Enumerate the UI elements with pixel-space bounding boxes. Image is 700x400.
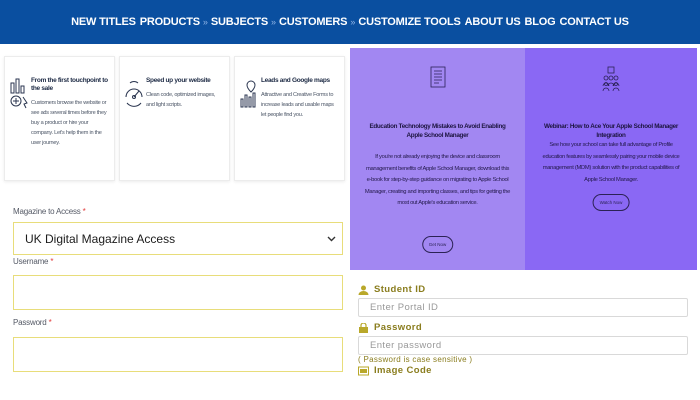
lock-icon <box>358 321 369 333</box>
feature-title: Leads and Google maps <box>261 77 330 84</box>
image-code-label-text: Image Code <box>374 365 432 376</box>
feature-description: Clean code, optimized images, and light … <box>146 92 216 108</box>
nav-new-titles[interactable]: NEW TITLES <box>71 16 136 28</box>
user-icon <box>358 285 369 295</box>
map-pin-chart-icon <box>239 77 259 109</box>
nav-contact-us[interactable]: CONTACT US <box>560 16 629 28</box>
student-id-placeholder: Enter Portal ID <box>370 302 439 313</box>
student-id-label-text: Student ID <box>374 284 426 295</box>
username-label: Username * <box>13 257 343 266</box>
nav-products[interactable]: PRODUCTS <box>140 16 200 28</box>
promo-description: See how your school can take full advant… <box>542 142 680 183</box>
top-navigation: NEW TITLES PRODUCTS » SUBJECTS » CUSTOME… <box>0 0 700 44</box>
feature-card: Leads and Google maps Attractive and Cre… <box>234 56 345 181</box>
magazine-login-form: Magazine to Access * UK Digital Magazine… <box>13 207 343 372</box>
document-list-icon <box>430 66 446 93</box>
promo-description: If you're not already enjoying the devic… <box>364 154 511 206</box>
feature-card: From the first touchpoint to the sale Cu… <box>4 56 115 181</box>
chevron-down-icon <box>327 234 336 244</box>
required-mark: * <box>82 207 86 216</box>
magazine-select[interactable]: UK Digital Magazine Access <box>13 222 343 255</box>
nav-about-us[interactable]: ABOUT US <box>465 16 521 28</box>
password-input[interactable] <box>13 337 343 372</box>
feature-title: From the first touchpoint to the sale <box>31 77 108 92</box>
image-code-label: Image Code <box>358 365 690 376</box>
nav-customers[interactable]: CUSTOMERS <box>279 16 347 28</box>
nav-subjects[interactable]: SUBJECTS <box>211 16 268 28</box>
student-id-label: Student ID <box>358 284 690 295</box>
nav-separator: » <box>202 17 208 27</box>
nav-separator: » <box>271 17 277 27</box>
magazine-label-text: Magazine to Access <box>13 207 81 216</box>
password-placeholder: Enter password <box>370 340 442 351</box>
speedometer-icon <box>124 77 144 109</box>
password-label: Password * <box>13 318 343 327</box>
portal-login-form: Student ID Enter Portal ID Password Ente… <box>358 284 690 376</box>
people-group-icon <box>602 66 620 97</box>
feature-cards: From the first touchpoint to the sale Cu… <box>4 56 345 181</box>
username-input[interactable] <box>13 275 343 310</box>
feature-description: Attractive and Creative Forms to increas… <box>261 92 334 118</box>
image-icon <box>358 366 369 376</box>
nav-blog[interactable]: BLOG <box>525 16 556 28</box>
portal-password-input[interactable]: Enter password <box>358 336 688 355</box>
feature-title: Speed up your website <box>146 77 211 84</box>
watch-now-button[interactable]: Watch Now <box>592 194 630 211</box>
required-mark: * <box>48 318 52 327</box>
password-case-note: ( Password is case sensitive ) <box>358 355 473 364</box>
magazine-select-value: UK Digital Magazine Access <box>25 231 176 246</box>
chart-touch-icon <box>9 77 29 109</box>
password-label: Password <box>358 321 690 333</box>
username-label-text: Username <box>13 257 49 266</box>
promo-title: Webinar: How to Ace Your Apple School Ma… <box>543 123 679 139</box>
feature-card: Speed up your website Clean code, optimi… <box>119 56 230 181</box>
nav-customize-tools[interactable]: CUSTOMIZE TOOLS <box>358 16 461 28</box>
nav-separator: » <box>350 17 356 27</box>
password-label-text: Password <box>374 322 423 333</box>
get-now-button[interactable]: Get Now <box>421 236 454 253</box>
promo-title: Education Technology Mistakes to Avoid E… <box>369 123 506 139</box>
magazine-label: Magazine to Access * <box>13 207 343 216</box>
feature-description: Customers browse the website or see ads … <box>31 100 107 146</box>
student-id-input[interactable]: Enter Portal ID <box>358 298 688 317</box>
promo-panel-webinar: Webinar: How to Ace Your Apple School Ma… <box>525 48 697 270</box>
password-label-text: Password <box>13 318 47 327</box>
promo-panel-ebook: Education Technology Mistakes to Avoid E… <box>350 48 525 270</box>
required-mark: * <box>50 257 54 266</box>
